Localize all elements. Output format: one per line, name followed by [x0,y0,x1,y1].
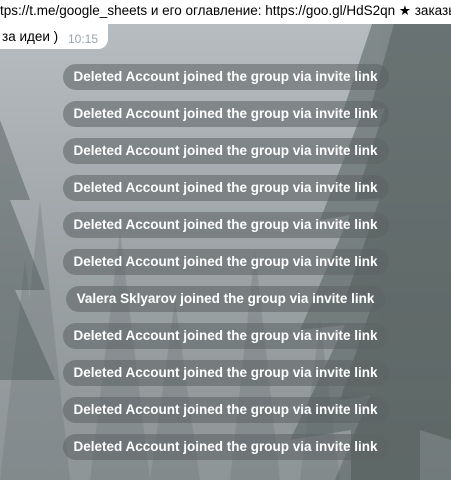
service-message[interactable]: Deleted Account joined the group via inv… [62,323,389,349]
message-text: tps://t.me/google_sheets и его оглавлени… [0,3,451,18]
service-message-row: Deleted Account joined the group via inv… [0,62,451,99]
service-message[interactable]: Deleted Account joined the group via inv… [62,360,389,386]
service-message-row: Deleted Account joined the group via inv… [0,136,451,173]
message-timestamp: 10:15 [68,32,99,46]
service-message-row: Deleted Account joined the group via inv… [0,358,451,395]
service-message-row: Deleted Account joined the group via inv… [0,432,451,469]
service-message[interactable]: Deleted Account joined the group via inv… [62,138,389,164]
message-text-line-1: tps://t.me/google_sheets и его оглавлени… [0,0,451,24]
service-message[interactable]: Deleted Account joined the group via inv… [62,212,389,238]
service-message-list: Deleted Account joined the group via inv… [0,62,451,469]
service-message-row: Deleted Account joined the group via inv… [0,247,451,284]
message-text-line-2: за идеи ) 10:15 [0,24,108,49]
incoming-message-bubble[interactable]: tps://t.me/google_sheets и его оглавлени… [0,0,451,49]
service-message-row: Deleted Account joined the group via inv… [0,210,451,247]
service-message[interactable]: Deleted Account joined the group via inv… [62,64,389,90]
service-message-row: Valera Sklyarov joined the group via inv… [0,284,451,321]
service-message[interactable]: Deleted Account joined the group via inv… [62,101,389,127]
service-message[interactable]: Deleted Account joined the group via inv… [62,175,389,201]
service-message-row: Deleted Account joined the group via inv… [0,173,451,210]
service-message-row: Deleted Account joined the group via inv… [0,99,451,136]
service-message[interactable]: Deleted Account joined the group via inv… [62,249,389,275]
service-message[interactable]: Valera Sklyarov joined the group via inv… [65,286,386,312]
service-message[interactable]: Deleted Account joined the group via inv… [62,434,389,460]
service-message[interactable]: Deleted Account joined the group via inv… [62,397,389,423]
service-message-row: Deleted Account joined the group via inv… [0,395,451,432]
message-text-continued: за идеи ) [2,29,59,44]
service-message-row: Deleted Account joined the group via inv… [0,321,451,358]
